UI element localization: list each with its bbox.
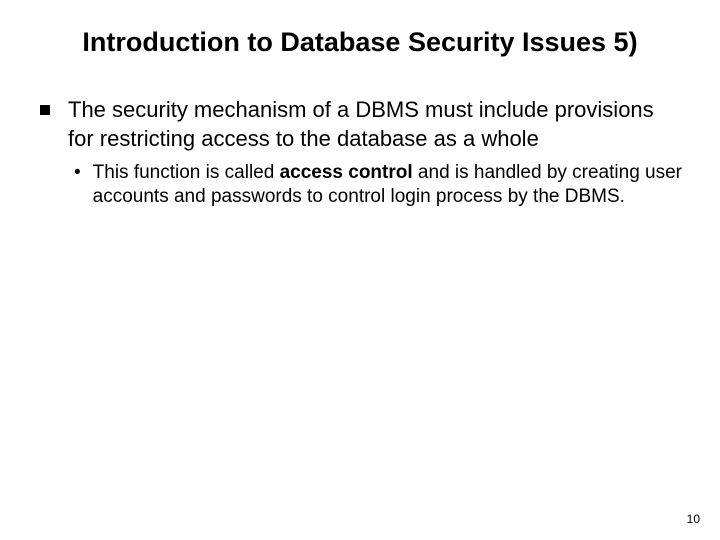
sub-bold: access control bbox=[280, 162, 413, 183]
sub-bullet-item-1: • This function is called access control… bbox=[74, 161, 684, 210]
sub-bullet-1-text: This function is called access control a… bbox=[93, 161, 684, 210]
bullet-item-1: The security mechanism of a DBMS must in… bbox=[40, 96, 684, 152]
page-number: 10 bbox=[687, 512, 700, 526]
bullet-1-text: The security mechanism of a DBMS must in… bbox=[68, 96, 684, 152]
slide-title: Introduction to Database Security Issues… bbox=[36, 26, 684, 58]
square-bullet-icon bbox=[40, 105, 50, 115]
sub-pre: This function is called bbox=[93, 162, 280, 183]
dot-bullet-icon: • bbox=[74, 161, 81, 185]
